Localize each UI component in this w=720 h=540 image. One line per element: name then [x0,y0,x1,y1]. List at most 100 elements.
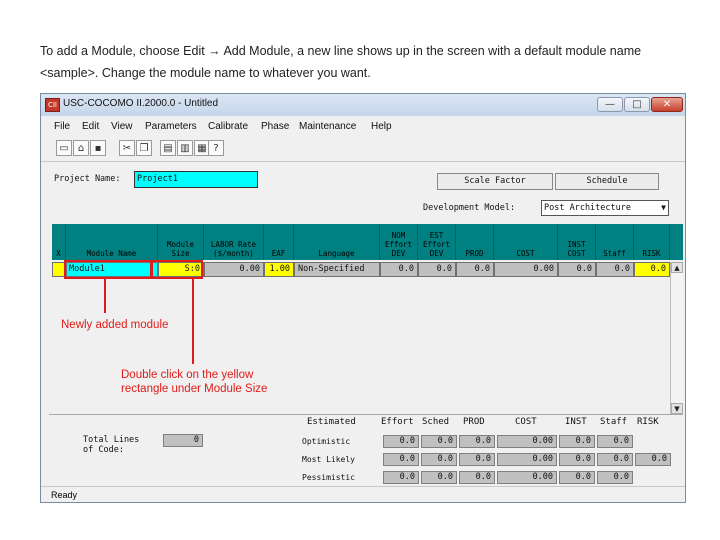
scale-factor-button[interactable]: Scale Factor [437,173,553,190]
minimize-button[interactable]: — [597,97,623,112]
header-module-name: Module Name [66,224,158,260]
menu-view[interactable]: View [111,121,133,132]
cocomo-app-icon: CII [45,98,60,112]
maximize-button[interactable]: □ [624,97,650,112]
eaf-cell[interactable]: 1.00 [264,262,294,277]
close-button[interactable]: ✕ [651,97,683,112]
double-click-annotation-1: Double click on the yellow [121,369,254,381]
est-cost-cell: 0.00 [497,453,557,466]
risk-cell[interactable]: 0.0 [634,262,670,277]
clipboard-icon[interactable]: ▥ [177,140,193,156]
est-header-estimated: Estimated [307,417,356,427]
development-model-select[interactable]: Post Architecture ▼ [541,200,669,216]
callout-line-name [104,279,106,313]
status-text: Ready [51,490,78,500]
menu-calibrate[interactable]: Calibrate [208,121,248,132]
header-eaf: EAF [264,224,294,260]
prod-cell: 0.0 [456,262,494,277]
est-prod-cell: 0.0 [459,435,495,448]
est-effort-cell: 0.0 [383,435,419,448]
header-staff: Staff [596,224,634,260]
grid-scrollbar[interactable]: ▲ ▼ [670,262,683,414]
language-cell[interactable]: Non-Specified [294,262,380,277]
double-click-annotation-2: rectangle under Module Size [121,383,268,395]
est-effort-cell: 0.0 [383,453,419,466]
total-lines-label-1: Total Lines [83,435,140,445]
header-est-effort: EST Effort DEV [418,224,456,260]
open-folder-icon[interactable]: ⌂ [73,140,89,156]
est-effort-cell: 0.0 [383,471,419,484]
estimates-divider [49,414,683,415]
menu-parameters[interactable]: Parameters [145,121,197,132]
development-model-label: Development Model: [423,203,516,213]
est-staff-cell: 0.0 [597,453,633,466]
schedule-button[interactable]: Schedule [555,173,659,190]
labor-rate-cell[interactable]: 0.00 [204,262,264,277]
est-prod-cell: 0.0 [459,453,495,466]
cost-cell: 0.00 [494,262,558,277]
est-header-effort: Effort [381,417,414,427]
est-header-staff: Staff [600,417,628,427]
paste-icon[interactable]: ▤ [160,140,176,156]
menu-help[interactable]: Help [371,121,392,132]
status-bar: Ready [41,486,685,503]
cocomo-window: CII USC-COCOMO II.2000.0 - Untitled — □ … [40,93,686,503]
module-name-highlight [64,260,152,279]
est-inst-cell: 0.0 [559,435,595,448]
est-row-label-pessimistic: Pessimistic [302,473,355,482]
header-prod: PROD [456,224,494,260]
development-model-value: Post Architecture [544,203,631,213]
instruction-line-2: <sample>. Change the module name to what… [40,66,371,80]
project-name-label: Project Name: [54,174,121,184]
help-icon[interactable]: ? [208,140,224,156]
cut-icon[interactable]: ✂ [119,140,135,156]
staff-cell: 0.0 [596,262,634,277]
est-sched-cell: 0.0 [421,471,457,484]
menu-phase[interactable]: Phase [261,121,289,132]
instruction-text: To add a Module, choose Edit → Add Modul… [40,40,690,84]
est-cost-cell: 0.00 [497,471,557,484]
title-bar: CII USC-COCOMO II.2000.0 - Untitled — □ … [41,94,685,116]
scroll-down-icon[interactable]: ▼ [671,403,683,414]
callout-line-size [192,279,194,364]
est-cost-cell: 0.00 [497,435,557,448]
est-effort-cell: 0.0 [418,262,456,277]
est-staff-cell: 0.0 [597,435,633,448]
total-lines-label-2: of Code: [83,445,124,455]
menu-bar: File Edit View Parameters Calibrate Phas… [41,119,685,135]
new-file-icon[interactable]: ▭ [56,140,72,156]
module-size-highlight [151,260,203,279]
menu-maintenance[interactable]: Maintenance [299,121,356,132]
est-header-risk: RISK [637,417,659,427]
est-sched-cell: 0.0 [421,435,457,448]
copy-icon[interactable]: ❐ [136,140,152,156]
nom-effort-cell: 0.0 [380,262,418,277]
est-row-label-most-likely: Most Likely [302,455,355,464]
est-header-sched: Sched [422,417,450,427]
header-inst-cost: INST COST [558,224,596,260]
chevron-down-icon: ▼ [661,203,666,212]
save-icon[interactable]: ▪ [90,140,106,156]
inst-cost-cell: 0.0 [558,262,596,277]
header-language: Language [294,224,380,260]
menu-edit[interactable]: Edit [82,121,99,132]
header-risk: RISK [634,224,670,260]
est-header-cost: COST [515,417,537,427]
menu-file[interactable]: File [54,121,70,132]
module-grid-header: X Module Name Module Size LABOR Rate ($/… [52,224,683,260]
est-header-prod: PROD [463,417,485,427]
est-row-label-optimistic: Optimistic [302,437,351,446]
est-inst-cell: 0.0 [559,453,595,466]
instruction-line-1: To add a Module, choose Edit → Add Modul… [40,44,642,58]
scroll-up-icon[interactable]: ▲ [671,262,683,273]
newly-added-annotation: Newly added module [61,319,169,331]
est-risk-cell: 0.0 [635,453,671,466]
header-nom-effort: NOM Effort DEV [380,224,418,260]
est-staff-cell: 0.0 [597,471,633,484]
header-labor-rate: LABOR Rate ($/month) [204,224,264,260]
header-cost: COST [494,224,558,260]
est-inst-cell: 0.0 [559,471,595,484]
project-name-input[interactable]: Project1 [134,171,258,188]
est-header-inst: INST [565,417,587,427]
est-sched-cell: 0.0 [421,453,457,466]
